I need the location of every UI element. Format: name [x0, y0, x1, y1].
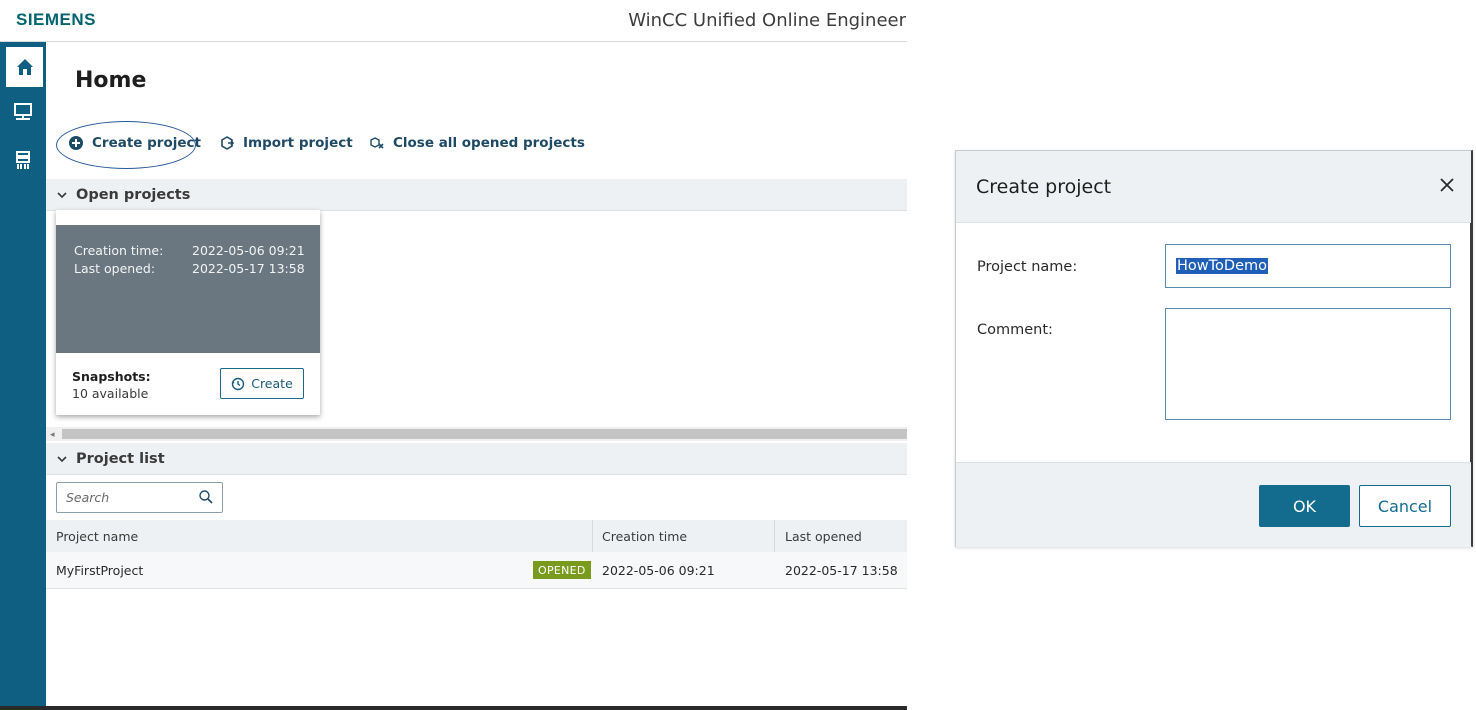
column-header-last-opened[interactable]: Last opened: [785, 520, 862, 552]
comment-label: Comment:: [977, 322, 1053, 338]
search-icon[interactable]: [198, 489, 214, 505]
import-icon: [221, 136, 235, 150]
app-title: WinCC Unified Online Engineeri: [628, 10, 907, 31]
close-projects-icon: [370, 137, 384, 149]
device-icon: [16, 151, 30, 169]
nav-library-button[interactable]: [3, 140, 43, 180]
creation-time-cell: 2022-05-06 09:21: [602, 563, 715, 578]
open-projects-title: Open projects: [76, 186, 191, 203]
column-header-creation-time[interactable]: Creation time: [602, 520, 687, 552]
comment-field[interactable]: [1165, 308, 1451, 420]
import-project-button[interactable]: Import project: [219, 135, 353, 151]
project-table-header: Project name Creation time Last opened: [46, 520, 907, 552]
create-project-label: Create project: [92, 135, 201, 151]
create-snapshot-label: Create: [251, 376, 293, 391]
home-icon: [16, 59, 33, 75]
open-projects-header[interactable]: Open projects: [46, 179, 907, 211]
close-all-projects-button[interactable]: Close all opened projects: [369, 135, 585, 151]
dialog-header: Create project: [956, 151, 1471, 223]
chevron-down-icon: [57, 455, 67, 462]
history-icon: [231, 377, 245, 390]
left-navigation: [0, 42, 46, 710]
project-name-label: Project name:: [977, 259, 1078, 275]
main-content: Home Create project Import project Close…: [46, 42, 907, 710]
nav-home-button[interactable]: [3, 47, 43, 87]
creation-time-value: 2022-05-06 09:21: [192, 243, 305, 258]
last-opened-value: 2022-05-17 13:58: [192, 261, 305, 276]
horizontal-scrollbar[interactable]: ◂: [46, 427, 907, 441]
create-project-dialog: Create project Project name: HowToDemo C…: [955, 150, 1473, 547]
last-opened-label: Last opened:: [74, 261, 156, 276]
project-list-header[interactable]: Project list: [46, 443, 907, 475]
project-name-cell: MyFirstProject: [56, 563, 144, 578]
import-project-label: Import project: [243, 135, 353, 151]
nav-devices-button[interactable]: [3, 92, 43, 132]
dialog-footer: OK Cancel: [956, 462, 1471, 547]
project-name-value: HowToDemo: [1176, 258, 1268, 274]
siemens-logo: SIEMENS: [16, 10, 97, 29]
last-opened-cell: 2022-05-17 13:58: [785, 563, 898, 578]
dialog-close-button[interactable]: [1437, 175, 1457, 195]
table-row[interactable]: MyFirstProject OPENED 2022-05-06 09:21 2…: [46, 552, 907, 589]
close-icon: [1440, 178, 1454, 192]
project-search[interactable]: [56, 482, 223, 513]
search-input[interactable]: [57, 483, 193, 512]
status-badge: OPENED: [533, 561, 591, 579]
create-snapshot-button[interactable]: Create: [220, 368, 304, 399]
snapshots-count: 10 available: [72, 386, 149, 401]
snapshots-label: Snapshots:: [72, 369, 151, 384]
page-title: Home: [75, 68, 147, 93]
top-bar: SIEMENS WinCC Unified Online Engineeri: [0, 0, 907, 42]
ok-button[interactable]: OK: [1259, 485, 1350, 527]
cancel-button[interactable]: Cancel: [1359, 485, 1451, 527]
monitor-icon: [14, 103, 32, 120]
column-header-project-name[interactable]: Project name: [56, 520, 138, 552]
column-divider[interactable]: [592, 520, 593, 552]
creation-time-label: Creation time:: [74, 243, 164, 258]
create-project-button[interactable]: Create project: [68, 135, 201, 151]
dialog-title: Create project: [976, 176, 1112, 198]
scrollbar-thumb[interactable]: [62, 429, 907, 439]
scroll-left-icon[interactable]: ◂: [50, 429, 55, 440]
project-list-title: Project list: [76, 450, 165, 467]
project-name-field[interactable]: HowToDemo: [1165, 244, 1451, 288]
window-bottom-border: [0, 706, 907, 710]
column-divider[interactable]: [774, 520, 775, 552]
chevron-down-icon: [57, 191, 67, 198]
plus-circle-icon: [69, 136, 83, 150]
close-all-projects-label: Close all opened projects: [393, 135, 585, 151]
project-card-preview: Creation time: 2022-05-06 09:21 Last ope…: [56, 225, 320, 353]
project-card[interactable]: Creation time: 2022-05-06 09:21 Last ope…: [56, 210, 320, 415]
app-window: SIEMENS WinCC Unified Online Engineeri H…: [0, 0, 907, 710]
